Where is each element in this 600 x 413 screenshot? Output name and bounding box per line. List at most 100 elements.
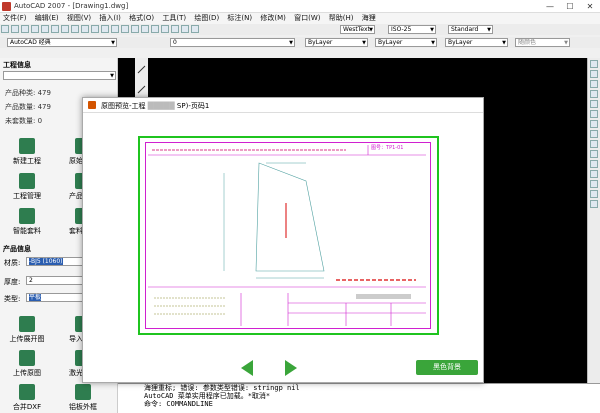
product-info-title: 产品信息	[3, 245, 31, 253]
stat-unnested: 未套数量: 0	[5, 117, 43, 125]
trim-icon[interactable]	[590, 150, 598, 158]
open-icon[interactable]	[11, 25, 19, 33]
cut-icon[interactable]	[61, 25, 69, 33]
close-button[interactable]: ✕	[580, 0, 600, 13]
merge-dxf-button[interactable]: 合并DXF	[2, 384, 52, 412]
stat-product-qty: 产品数量: 479	[5, 103, 51, 111]
mirror-icon[interactable]	[590, 80, 598, 88]
dim-style-select[interactable]: ISO-25 ▼	[388, 25, 436, 34]
preview-dialog: 原图预览-工程 █████ SP)-页码1 图号：TP1-01 黑色背景	[82, 97, 484, 383]
text-style-select[interactable]: WestText ▼	[340, 25, 375, 34]
material-label: 材质:	[4, 259, 21, 267]
previous-page-icon[interactable]	[241, 360, 253, 376]
erase-icon[interactable]	[590, 60, 598, 68]
plot-style-select[interactable]: 随颜色 ▼	[515, 38, 570, 47]
layer-select[interactable]: 0 ▼	[170, 38, 295, 47]
lineweight-select[interactable]: ByLayer ▼	[445, 38, 508, 47]
menu-file[interactable]: 文件(F)	[0, 13, 30, 24]
menu-help[interactable]: 帮助(H)	[326, 13, 357, 24]
color-select[interactable]: ByLayer ▼	[305, 38, 368, 47]
upload-unfold-button[interactable]: 上传展开图	[2, 316, 52, 344]
command-history-line: 海狸重标; 错误: 参数类型错误: stringp nil	[144, 384, 300, 392]
next-page-icon[interactable]	[285, 360, 297, 376]
minimize-button[interactable]: —	[540, 0, 560, 13]
new-project-button[interactable]: 新建工程	[2, 138, 52, 166]
stat-product-types: 产品种类: 479	[5, 89, 51, 97]
thickness-label: 厚度:	[4, 278, 21, 286]
redo-icon[interactable]	[111, 25, 119, 33]
smart-nesting-button[interactable]: 智能套料	[2, 208, 52, 236]
layers-toolbar: AutoCAD 经典 ▼ 0 ▼ ByLayer ▼ ByLayer ▼ ByLayer…	[0, 37, 600, 48]
menu-view[interactable]: 视图(V)	[64, 13, 94, 24]
new-icon[interactable]	[1, 25, 9, 33]
design-center-icon[interactable]	[171, 25, 179, 33]
menu-insert[interactable]: 插入(I)	[96, 13, 124, 24]
properties-icon[interactable]	[161, 25, 169, 33]
aluminum-frame-icon	[75, 384, 91, 400]
scale-icon[interactable]	[590, 130, 598, 138]
chamfer-icon[interactable]	[590, 180, 598, 188]
copy-icon[interactable]	[71, 25, 79, 33]
preview-icon[interactable]	[41, 25, 49, 33]
project-select[interactable]: ▼	[3, 71, 116, 80]
aluminum-frame-button[interactable]: 铝板外框	[58, 384, 108, 412]
type-label: 类型:	[4, 295, 21, 303]
table-style-select[interactable]: Standard ▼	[448, 25, 493, 34]
project-manage-icon	[19, 173, 35, 189]
break-icon[interactable]	[590, 170, 598, 178]
help-icon[interactable]	[191, 25, 199, 33]
menu-modify[interactable]: 修改(M)	[257, 13, 289, 24]
dialog-app-icon	[88, 101, 96, 109]
window-title: AutoCAD 2007 - [Drawing1.dwg]	[14, 2, 129, 10]
project-manage-button[interactable]: 工程管理	[2, 173, 52, 201]
pan-icon[interactable]	[121, 25, 129, 33]
command-prompt[interactable]: 命令: COMMANDLINE	[144, 400, 600, 408]
standard-toolbar: WestText ▼ ISO-25 ▼ Standard ▼	[0, 24, 600, 35]
command-line[interactable]: 海狸重标; 错误: 参数类型错误: stringp nil AutoCAD 菜单…	[118, 383, 600, 413]
merge-dxf-icon	[19, 384, 35, 400]
workspace-select[interactable]: AutoCAD 经典 ▼	[7, 38, 117, 47]
match-icon[interactable]	[91, 25, 99, 33]
zoom-icon[interactable]	[131, 25, 139, 33]
project-info-title: 工程信息	[3, 61, 31, 69]
maximize-button[interactable]: ☐	[560, 0, 580, 13]
linetype-select[interactable]: ByLayer ▼	[375, 38, 437, 47]
menu-bar: 文件(F) 编辑(E) 视图(V) 插入(I) 格式(O) 工具(T) 绘图(D…	[0, 13, 600, 24]
explode-icon[interactable]	[590, 200, 598, 208]
extend-icon[interactable]	[590, 160, 598, 168]
autocad-logo-icon	[2, 2, 11, 11]
zoom-window-icon[interactable]	[141, 25, 149, 33]
publish-icon[interactable]	[51, 25, 59, 33]
fillet-icon[interactable]	[590, 190, 598, 198]
black-background-button[interactable]: 黑色背景	[416, 360, 478, 375]
undo-icon[interactable]	[101, 25, 109, 33]
menu-edit[interactable]: 编辑(E)	[32, 13, 62, 24]
menu-draw[interactable]: 绘图(D)	[191, 13, 222, 24]
paste-icon[interactable]	[81, 25, 89, 33]
upload-unfold-icon	[19, 316, 35, 332]
array-icon[interactable]	[590, 100, 598, 108]
zoom-previous-icon[interactable]	[151, 25, 159, 33]
tool-palette-icon[interactable]	[181, 25, 189, 33]
dialog-title: 原图预览-工程 █████ SP)-页码1	[101, 102, 210, 110]
copy-object-icon[interactable]	[590, 70, 598, 78]
menu-haili[interactable]: 海狸	[359, 13, 379, 24]
drawing-number: 图号：TP1-01	[371, 145, 404, 151]
drawing-content	[148, 145, 426, 326]
new-project-icon	[19, 138, 35, 154]
title-bar: AutoCAD 2007 - [Drawing1.dwg] — ☐ ✕	[0, 0, 600, 13]
rotate-icon[interactable]	[590, 120, 598, 128]
upload-original-icon	[19, 350, 35, 366]
menu-format[interactable]: 格式(O)	[126, 13, 157, 24]
print-icon[interactable]	[31, 25, 39, 33]
smart-nesting-icon	[19, 208, 35, 224]
menu-dimension[interactable]: 标注(N)	[224, 13, 255, 24]
offset-icon[interactable]	[590, 90, 598, 98]
stretch-icon[interactable]	[590, 140, 598, 148]
drawing-preview: 图号：TP1-01	[138, 136, 439, 335]
menu-tools[interactable]: 工具(T)	[159, 13, 189, 24]
menu-window[interactable]: 窗口(W)	[291, 13, 323, 24]
save-icon[interactable]	[21, 25, 29, 33]
move-icon[interactable]	[590, 110, 598, 118]
upload-original-button[interactable]: 上传原图	[2, 350, 52, 378]
